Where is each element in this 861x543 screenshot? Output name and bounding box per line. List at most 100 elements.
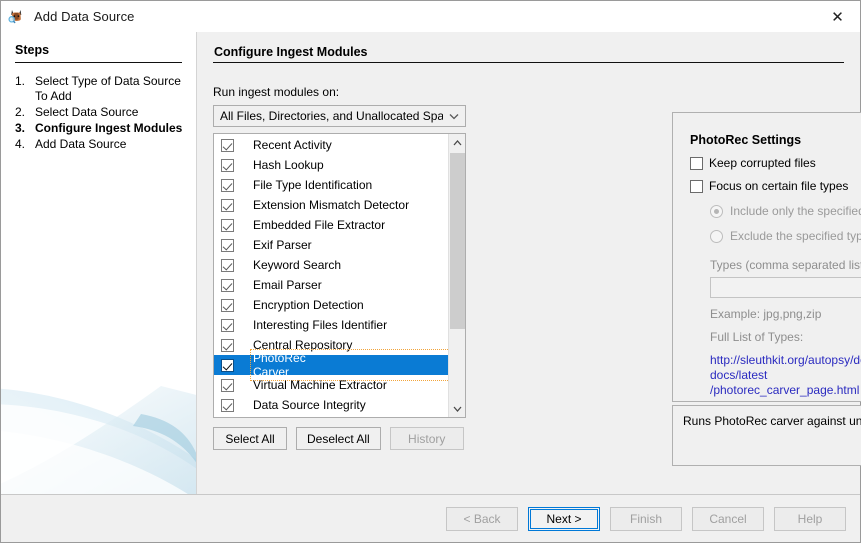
photorec-settings-panel: PhotoRec Settings Keep corrupted files F… [672, 112, 861, 402]
keep-corrupted-files-checkbox[interactable] [690, 157, 703, 170]
window-title: Add Data Source [34, 9, 135, 24]
step-label: Add Data Source [35, 137, 126, 152]
module-row[interactable]: Encryption Detection [214, 295, 448, 315]
module-checkbox[interactable] [221, 199, 234, 212]
ingest-scope-value: All Files, Directories, and Unallocated … [220, 109, 443, 123]
deselect-all-button[interactable]: Deselect All [296, 427, 381, 450]
photorec-docs-link[interactable]: http://sleuthkit.org/autopsy/docs/user-d… [690, 353, 861, 398]
module-row[interactable]: Extension Mismatch Detector [214, 195, 448, 215]
history-button[interactable]: History [390, 427, 464, 450]
page-title: Configure Ingest Modules [213, 45, 844, 59]
exclude-types-radio[interactable] [710, 230, 723, 243]
module-row[interactable]: Exif Parser [214, 235, 448, 255]
module-checkbox[interactable] [221, 359, 234, 372]
module-checkbox[interactable] [221, 339, 234, 352]
select-all-button[interactable]: Select All [213, 427, 287, 450]
module-checkbox[interactable] [221, 219, 234, 232]
add-data-source-dialog: Add Data Source ✕ Steps 1. Select Type o… [0, 0, 861, 543]
step-number: 1. [15, 74, 35, 104]
module-description-panel: Runs PhotoRec carver against unallocated… [672, 405, 861, 466]
scrollbar-thumb[interactable] [450, 153, 465, 329]
module-row[interactable]: Embedded File Extractor [214, 215, 448, 235]
module-checkbox[interactable] [221, 179, 234, 192]
module-label: Encryption Detection [252, 298, 364, 312]
chevron-down-icon[interactable] [443, 113, 465, 120]
module-checkbox[interactable] [221, 239, 234, 252]
module-row[interactable]: Interesting Files Identifier [214, 315, 448, 335]
module-row[interactable]: File Type Identification [214, 175, 448, 195]
module-checkbox[interactable] [221, 259, 234, 272]
full-list-label: Full List of Types: [690, 330, 861, 344]
step-number: 4. [15, 137, 35, 152]
module-row[interactable]: Keyword Search [214, 255, 448, 275]
module-label: File Type Identification [252, 178, 372, 192]
module-label: PhotoRec Carver [252, 351, 448, 379]
types-input[interactable] [710, 277, 861, 298]
step-number: 2. [15, 105, 35, 120]
decorative-swoosh [1, 370, 197, 494]
step-item-1: 1. Select Type of Data Source To Add [1, 74, 196, 104]
photorec-settings-inner: PhotoRec Settings Keep corrupted files F… [673, 113, 861, 398]
module-checkbox[interactable] [221, 139, 234, 152]
close-icon[interactable]: ✕ [815, 1, 860, 32]
step-label: Configure Ingest Modules [35, 121, 182, 136]
module-checkbox[interactable] [221, 399, 234, 412]
module-label: Embedded File Extractor [252, 218, 385, 232]
step-label: Select Type of Data Source To Add [35, 74, 188, 104]
module-row[interactable]: Hash Lookup [214, 155, 448, 175]
module-checkbox[interactable] [221, 299, 234, 312]
exclude-types-radio-row[interactable]: Exclude the specified types [690, 229, 861, 243]
help-button[interactable]: Help [774, 507, 846, 531]
focus-file-types-row[interactable]: Focus on certain file types [690, 179, 861, 193]
doc-link-line-1: http://sleuthkit.org/autopsy/docs/user-d… [710, 353, 861, 383]
module-row[interactable]: Email Parser [214, 275, 448, 295]
module-checkbox[interactable] [221, 319, 234, 332]
module-label: Exif Parser [252, 238, 312, 252]
step-item-2: 2. Select Data Source [1, 105, 196, 120]
next-button[interactable]: Next > [528, 507, 600, 531]
module-label: Keyword Search [252, 258, 341, 272]
ingest-modules-list[interactable]: Recent Activity Hash Lookup File Type Id… [213, 133, 466, 418]
finish-button[interactable]: Finish [610, 507, 682, 531]
module-list-scrollbar[interactable] [448, 134, 465, 417]
module-label: Data Source Integrity [252, 398, 366, 412]
scroll-up-icon[interactable] [449, 134, 465, 151]
keep-corrupted-files-label: Keep corrupted files [709, 156, 816, 170]
module-label: Interesting Files Identifier [252, 318, 387, 332]
scroll-down-icon[interactable] [449, 400, 465, 417]
ingest-scope-select[interactable]: All Files, Directories, and Unallocated … [213, 105, 466, 127]
steps-divider [15, 62, 182, 63]
title-divider [213, 62, 844, 63]
module-checkbox[interactable] [221, 159, 234, 172]
include-types-radio[interactable] [710, 205, 723, 218]
types-field-label: Types (comma separated list of extension… [690, 258, 861, 272]
module-description-text: Runs PhotoRec carver against unallocated… [673, 406, 861, 428]
module-row-selected[interactable]: PhotoRec Carver [214, 355, 448, 375]
module-label: Extension Mismatch Detector [252, 198, 409, 212]
module-label: Hash Lookup [252, 158, 324, 172]
module-checkbox[interactable] [221, 279, 234, 292]
include-types-radio-row[interactable]: Include only the specified types [690, 204, 861, 218]
dialog-footer: < Back Next > Finish Cancel Help [1, 494, 860, 542]
ingest-modules-rows: Recent Activity Hash Lookup File Type Id… [214, 134, 448, 417]
autopsy-dog-icon [8, 8, 25, 25]
title-bar: Add Data Source ✕ [1, 1, 860, 32]
focus-file-types-checkbox[interactable] [690, 180, 703, 193]
exclude-types-label: Exclude the specified types [730, 229, 861, 243]
module-row[interactable]: Recent Activity [214, 135, 448, 155]
keep-corrupted-files-row[interactable]: Keep corrupted files [690, 156, 861, 170]
types-example-text: Example: jpg,png,zip [690, 307, 861, 321]
run-ingest-modules-label: Run ingest modules on: [213, 85, 844, 99]
include-types-label: Include only the specified types [730, 204, 861, 218]
module-checkbox[interactable] [221, 379, 234, 392]
cancel-button[interactable]: Cancel [692, 507, 764, 531]
module-label: Central Repository [252, 338, 352, 352]
module-row[interactable]: Data Source Integrity [214, 395, 448, 415]
step-label: Select Data Source [35, 105, 138, 120]
step-item-3: 3. Configure Ingest Modules [1, 121, 196, 136]
module-label: Virtual Machine Extractor [252, 378, 387, 392]
module-label: Email Parser [252, 278, 322, 292]
back-button[interactable]: < Back [446, 507, 518, 531]
module-label: Recent Activity [252, 138, 332, 152]
step-number: 3. [15, 121, 35, 136]
